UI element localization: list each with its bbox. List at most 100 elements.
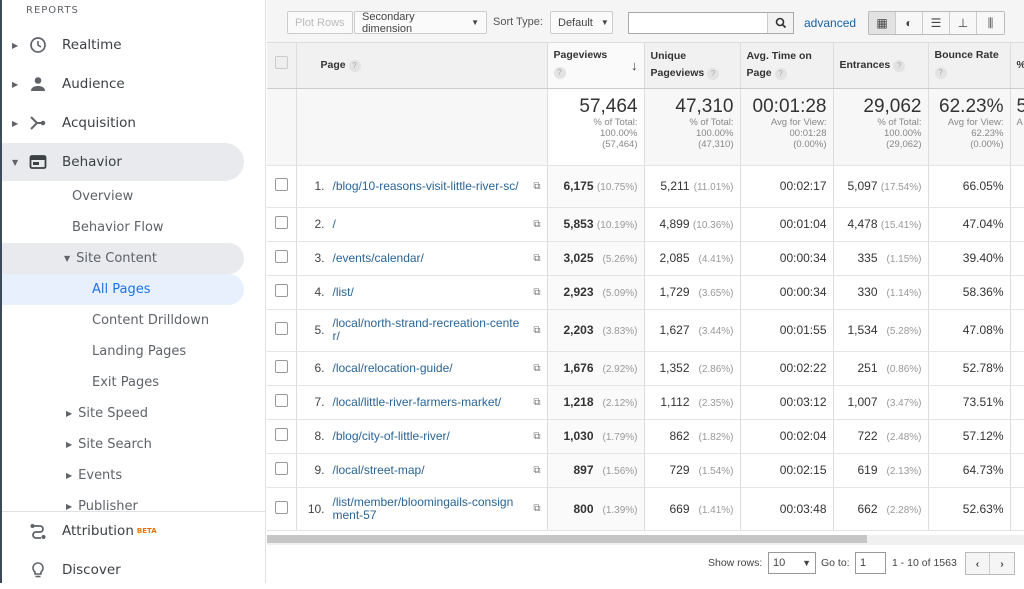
select-all-checkbox[interactable] bbox=[275, 56, 288, 69]
scrollbar-thumb[interactable] bbox=[267, 535, 867, 543]
entrances-value: 1,007 bbox=[847, 395, 877, 409]
table-view-icon[interactable]: ▦ bbox=[869, 12, 896, 34]
row-checkbox[interactable] bbox=[275, 428, 288, 441]
secondary-dimension-dropdown[interactable]: Secondary dimension▼ bbox=[354, 11, 487, 34]
open-external-icon[interactable]: ⧉ bbox=[533, 503, 540, 514]
avg-time-value: 00:02:17 bbox=[740, 165, 833, 207]
open-external-icon[interactable]: ⧉ bbox=[533, 253, 540, 264]
help-icon[interactable]: ? bbox=[707, 68, 719, 80]
sidebar-item-audience[interactable]: ▶Audience bbox=[2, 65, 244, 103]
row-checkbox[interactable] bbox=[275, 322, 288, 335]
page-link[interactable]: /local/street-map/ bbox=[333, 464, 425, 477]
row-checkbox[interactable] bbox=[275, 284, 288, 297]
sidebar-item-attribution[interactable]: AttributionBETA bbox=[2, 512, 244, 550]
sidebar-item-behavior-flow[interactable]: Behavior Flow bbox=[72, 212, 164, 243]
sidebar-item-label: Audience bbox=[62, 76, 125, 92]
row-checkbox[interactable] bbox=[275, 360, 288, 373]
advanced-filter-link[interactable]: advanced bbox=[804, 16, 856, 30]
open-external-icon[interactable]: ⧉ bbox=[533, 397, 540, 408]
sidebar-item-realtime[interactable]: ▶Realtime bbox=[2, 26, 244, 64]
page-link[interactable]: /blog/city-of-little-river/ bbox=[333, 430, 450, 443]
sidebar-item-all-pages[interactable]: All Pages bbox=[2, 274, 244, 305]
header-page[interactable]: Page ? bbox=[296, 43, 547, 88]
summary-pageviews: 57,464% of Total:100.00%(57,464) bbox=[547, 88, 644, 165]
page-link[interactable]: /local/relocation-guide/ bbox=[333, 362, 453, 375]
page-link[interactable]: /events/calendar/ bbox=[333, 252, 424, 265]
sidebar-item-label: Attribution bbox=[62, 523, 134, 539]
open-external-icon[interactable]: ⧉ bbox=[533, 181, 540, 192]
search-input[interactable] bbox=[631, 14, 767, 32]
sidebar-item-discover[interactable]: Discover bbox=[2, 551, 244, 589]
sidebar-item-label: Site Content bbox=[76, 251, 157, 266]
header-pageviews[interactable]: Pageviews? ↓ bbox=[547, 43, 644, 88]
unique-pageviews-pct: (1.82%) bbox=[690, 432, 734, 443]
row-checkbox[interactable] bbox=[275, 394, 288, 407]
help-icon[interactable]: ? bbox=[554, 67, 566, 79]
sidebar-item-publisher[interactable]: ▶Publisher bbox=[66, 496, 138, 511]
page-link[interactable]: / bbox=[333, 218, 336, 231]
sidebar-item-events[interactable]: ▶Events bbox=[66, 460, 122, 491]
sidebar-item-behavior[interactable]: ▼Behavior bbox=[2, 143, 244, 181]
search-icon[interactable] bbox=[767, 13, 793, 33]
header-bounce-rate[interactable]: Bounce Rate? bbox=[928, 43, 1010, 88]
open-external-icon[interactable]: ⧉ bbox=[533, 431, 540, 442]
performance-view-icon[interactable]: ☰ bbox=[923, 12, 950, 34]
chevron-down-icon: ▼ bbox=[471, 18, 479, 27]
unique-pageviews-pct: (2.86%) bbox=[690, 364, 734, 375]
sidebar-item-exit-pages[interactable]: Exit Pages bbox=[92, 367, 159, 398]
row-checkbox[interactable] bbox=[275, 250, 288, 263]
open-external-icon[interactable]: ⧉ bbox=[533, 363, 540, 374]
help-icon[interactable]: ? bbox=[349, 60, 361, 72]
row-checkbox[interactable] bbox=[275, 216, 288, 229]
help-icon[interactable]: ? bbox=[935, 67, 947, 79]
pivot-view-icon[interactable]: ⫼ bbox=[977, 12, 1004, 34]
header-unique-pageviews[interactable]: UniquePageviews ? bbox=[644, 43, 740, 88]
sort-type-dropdown[interactable]: Default▼ bbox=[550, 11, 613, 34]
entrances-pct: (0.86%) bbox=[878, 364, 922, 375]
caret-down-icon: ▼ bbox=[64, 254, 70, 263]
help-icon[interactable]: ? bbox=[893, 60, 905, 72]
page-link[interactable]: /list/member/bloomingails-consignment-57 bbox=[333, 496, 523, 522]
goto-input[interactable]: 1 bbox=[855, 552, 886, 574]
page-link[interactable]: /local/little-river-farmers-market/ bbox=[333, 396, 502, 409]
header-next[interactable]: % bbox=[1010, 43, 1024, 88]
pageviews-value: 800 bbox=[573, 502, 593, 516]
page-link[interactable]: /list/ bbox=[333, 286, 354, 299]
summary-value: 57,464 bbox=[554, 97, 638, 117]
open-external-icon[interactable]: ⧉ bbox=[533, 287, 540, 298]
row-checkbox[interactable] bbox=[275, 178, 288, 191]
avg-time-value: 00:03:12 bbox=[740, 385, 833, 419]
show-rows-select[interactable]: 10▼ bbox=[768, 552, 816, 574]
comparison-view-icon[interactable]: ⊥ bbox=[950, 12, 977, 34]
sidebar-item-site-content[interactable]: ▼ Site Content bbox=[2, 243, 244, 274]
open-external-icon[interactable]: ⧉ bbox=[533, 325, 540, 336]
row-checkbox[interactable] bbox=[275, 501, 288, 514]
clock-icon bbox=[28, 35, 48, 55]
sidebar-item-overview[interactable]: Overview bbox=[72, 181, 133, 212]
summary-label: 100.00% bbox=[554, 128, 638, 139]
sidebar-item-content-drilldown[interactable]: Content Drilldown bbox=[92, 305, 209, 336]
open-external-icon[interactable]: ⧉ bbox=[533, 465, 540, 476]
next-page-icon[interactable]: › bbox=[990, 553, 1014, 574]
sort-desc-arrow-icon[interactable]: ↓ bbox=[631, 57, 638, 74]
help-icon[interactable]: ? bbox=[775, 68, 787, 80]
horizontal-scrollbar[interactable] bbox=[267, 535, 1024, 545]
plot-rows-button[interactable]: Plot Rows bbox=[287, 11, 353, 34]
person-icon bbox=[28, 74, 48, 94]
prev-page-icon[interactable]: ‹ bbox=[966, 553, 990, 574]
sidebar-item-site-speed[interactable]: ▶Site Speed bbox=[66, 398, 148, 429]
header-entrances[interactable]: Entrances ? bbox=[833, 43, 928, 88]
header-label: Pageviews bbox=[554, 49, 608, 61]
pie-view-icon[interactable]: ◐ bbox=[896, 12, 923, 34]
sidebar-item-landing-pages[interactable]: Landing Pages bbox=[92, 336, 186, 367]
row-checkbox[interactable] bbox=[275, 462, 288, 475]
summary-unique: 47,310% of Total:100.00%(47,310) bbox=[644, 88, 740, 165]
page-link[interactable]: /blog/10-reasons-visit-little-river-sc/ bbox=[333, 180, 519, 193]
table-row: 3./events/calendar/⧉ 3,025(5.26%) 2,085(… bbox=[267, 241, 1024, 275]
page-link[interactable]: /local/north-strand-recreation-center/ bbox=[333, 317, 523, 343]
header-avg-time[interactable]: Avg. Time onPage ? bbox=[740, 43, 833, 88]
sidebar-item-site-search[interactable]: ▶Site Search bbox=[66, 429, 152, 460]
open-external-icon[interactable]: ⧉ bbox=[533, 219, 540, 230]
entrances-pct: (5.28%) bbox=[878, 326, 922, 337]
sidebar-item-acquisition[interactable]: ▶Acquisition bbox=[2, 104, 244, 142]
